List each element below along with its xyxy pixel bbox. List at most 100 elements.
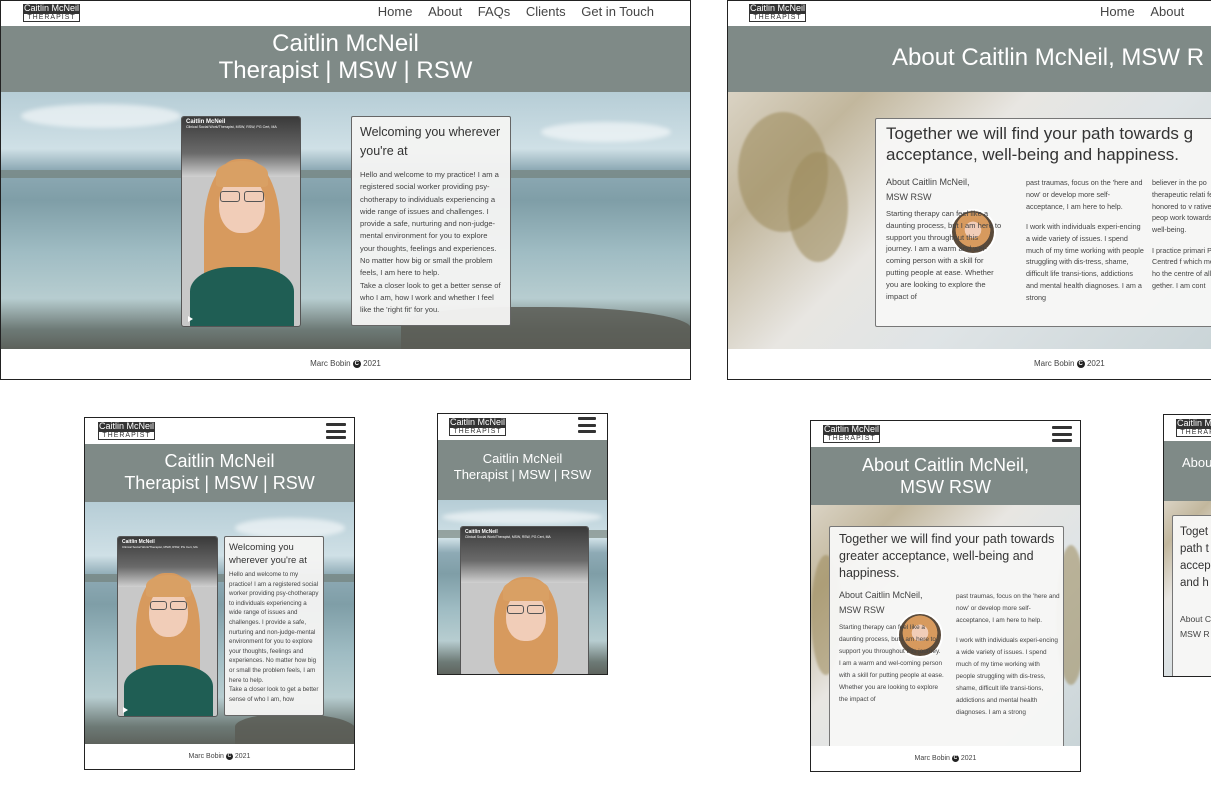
about-column-2: past traumas, focus on the 'here and now… (956, 591, 1060, 726)
nav-clients-link[interactable]: Clients (526, 4, 566, 19)
nav-home-link[interactable]: Home (1100, 4, 1135, 19)
hamburger-menu-icon[interactable] (1052, 426, 1072, 442)
play-icon[interactable] (123, 707, 128, 713)
welcome-heading: Welcoming you wherever you're at (229, 542, 307, 566)
footer-year: 2021 (234, 753, 251, 760)
site-logo[interactable]: Caitlin McNeil THERAPIST (823, 425, 881, 443)
video-subtitle: Clinical Social Work/Therapist, MSW, RSW… (465, 535, 551, 539)
portrait-glasses (170, 601, 187, 610)
about-subheading: About C MSW R (1180, 614, 1211, 639)
cloud (235, 518, 345, 538)
hero-title: Caitlin McNeil (482, 451, 563, 466)
hero-title: Caitlin McNeil (164, 451, 275, 471)
profile-video-card[interactable]: Caitlin McNeil Clinical Social Work/Ther… (181, 116, 301, 327)
logo-name: Caitlin McNeil (749, 3, 807, 13)
about-column-1: Starting therapy can feel like a dauntin… (886, 209, 1002, 301)
about-column-1: Starting therapy can feel like a dauntin… (839, 624, 944, 703)
site-logo[interactable]: Caitlin McNeil THERAPIST (749, 3, 807, 22)
portrait-glasses (150, 601, 167, 610)
logo-name: Caitlin McNeil (23, 3, 81, 13)
hero-title: Caitlin McNeil (272, 30, 419, 57)
logo-tagline: THERAPIST (823, 434, 881, 443)
welcome-card: Welcoming you wherever you're at Hello a… (351, 116, 511, 326)
welcome-paragraph-2: Take a closer look to get a better sense… (229, 686, 319, 703)
about-column-2-para-2: I work with individuals experi-encing a … (1026, 222, 1144, 302)
video-subtitle: Clinical Social Work/Therapist, MSW, RSW… (122, 545, 198, 549)
hero-subtitle: Therapist | MSW | RSW (453, 467, 592, 482)
about-column-2: past traumas, focus on the 'here and now… (1026, 177, 1144, 312)
portrait-fringe (216, 161, 268, 187)
main-nav: Home About (1088, 4, 1184, 19)
site-logo[interactable]: Caitlin McNeil THERAPIST (1176, 419, 1211, 437)
footer-year: 2021 (1086, 359, 1105, 368)
hamburger-menu-icon[interactable] (578, 417, 596, 433)
top-navbar: Caitlin McNeil THERAPIST (1164, 415, 1211, 441)
about-title-band: Abou (1164, 441, 1211, 501)
portrait-fringe (503, 579, 549, 601)
logo-tagline: THERAPIST (449, 427, 507, 436)
footer-year: 2021 (363, 359, 381, 368)
nav-faqs-link[interactable]: FAQs (478, 4, 511, 19)
portrait-shirt (190, 267, 294, 326)
about-column-3-para-1: believer in the po therapeutic relati fe… (1152, 178, 1211, 235)
about-tagline: Toget path t accep and h (1180, 526, 1211, 589)
about-title: About Caitlin McNeil, MSW R (892, 44, 1205, 71)
portrait-shirt (124, 665, 213, 716)
top-navbar: Caitlin McNeil THERAPIST (811, 421, 1080, 447)
cloud (541, 122, 671, 142)
nav-home-link[interactable]: Home (378, 4, 413, 19)
hero-title-band: Caitlin McNeil Therapist | MSW | RSW (85, 444, 354, 502)
logo-tagline: THERAPIST (749, 13, 807, 22)
site-logo[interactable]: Caitlin McNeil THERAPIST (449, 418, 507, 436)
dune-grass (788, 152, 848, 262)
mobile-about-mockup: Caitlin McNeil THERAPIST Abou Toget path… (1163, 414, 1211, 677)
copyright-icon: C (951, 754, 959, 762)
about-tagline-line1: Together we will find your path towards … (886, 124, 1194, 143)
desktop-about-mockup: Caitlin McNeil THERAPIST Home About Abou… (727, 0, 1211, 380)
about-card: Together we will find your path towards … (875, 118, 1211, 327)
logo-tagline: THERAPIST (98, 431, 156, 440)
nav-about-link[interactable]: About (428, 4, 462, 19)
nav-about-link[interactable]: About (1150, 4, 1184, 19)
mobile-home-mockup: Caitlin McNeil THERAPIST Caitlin McNeil … (437, 413, 608, 675)
about-tagline-line2: acceptance, well-being and happiness. (886, 145, 1179, 164)
about-card: Toget path t accep and h About C MSW R (1172, 515, 1211, 676)
footer: Marc Bobin C 2021 (811, 746, 1080, 771)
video-header: Caitlin McNeil Clinical Social Work/Ther… (461, 527, 588, 583)
profile-video-card[interactable]: Caitlin McNeil Clinical Social Work/Ther… (117, 536, 218, 717)
site-logo[interactable]: Caitlin McNeil THERAPIST (98, 421, 156, 440)
about-title: About Caitlin McNeil, (861, 455, 1030, 475)
nav-contact-link[interactable]: Get in Touch (581, 4, 654, 19)
about-title: Abou (1182, 455, 1211, 470)
hamburger-menu-icon[interactable] (326, 423, 346, 439)
welcome-paragraph: Hello and welcome to my practice! I am a… (229, 571, 319, 684)
tablet-about-mockup: Caitlin McNeil THERAPIST About Caitlin M… (810, 420, 1081, 772)
top-navbar: Caitlin McNeil THERAPIST Home About (728, 1, 1211, 26)
portrait-glasses (220, 191, 240, 202)
portrait-glasses (527, 605, 544, 614)
about-column-2-para-2: I work with individuals experi-encing a … (956, 636, 1058, 716)
tablet-home-mockup: Caitlin McNeil THERAPIST Caitlin McNeil … (84, 417, 355, 770)
about-column-3-para-2: I practice primari Person-Centred f whic… (1152, 245, 1211, 290)
logo-tagline: THERAPIST (1176, 428, 1211, 437)
top-navbar: Caitlin McNeil THERAPIST Home About FAQs… (1, 1, 690, 26)
about-card: Together we will find your path towards … (829, 526, 1064, 748)
play-icon[interactable] (188, 316, 193, 322)
hero-subtitle: Therapist | MSW | RSW (124, 473, 315, 493)
footer-author: Marc Bobin (188, 753, 224, 760)
footer: Marc Bobin C 2021 (1, 349, 690, 379)
about-column-2-para-1: past traumas, focus on the 'here and now… (1026, 178, 1143, 211)
profile-video-card[interactable]: Caitlin McNeil Clinical Social Work/Ther… (460, 526, 589, 674)
hero-title-band: Caitlin McNeil Therapist | MSW | RSW (438, 440, 607, 500)
about-title-band: About Caitlin McNeil, MSW R (728, 26, 1211, 92)
seascape-background (1, 92, 690, 350)
logo-name: Caitlin McNeil (98, 421, 156, 431)
about-tagline: Together we will find your path towards … (839, 532, 1055, 580)
site-logo[interactable]: Caitlin McNeil THERAPIST (23, 3, 81, 22)
about-subheading: About Caitlin McNeil, MSW RSW (886, 177, 970, 202)
copyright-icon: C (352, 359, 361, 368)
footer-author: Marc Bobin (1034, 359, 1075, 368)
about-column-3: believer in the po therapeutic relati fe… (1152, 177, 1211, 300)
welcome-paragraph: Hello and welcome to my practice! I am a… (360, 170, 499, 278)
logo-name: Caitlin McNeil (1176, 419, 1211, 428)
